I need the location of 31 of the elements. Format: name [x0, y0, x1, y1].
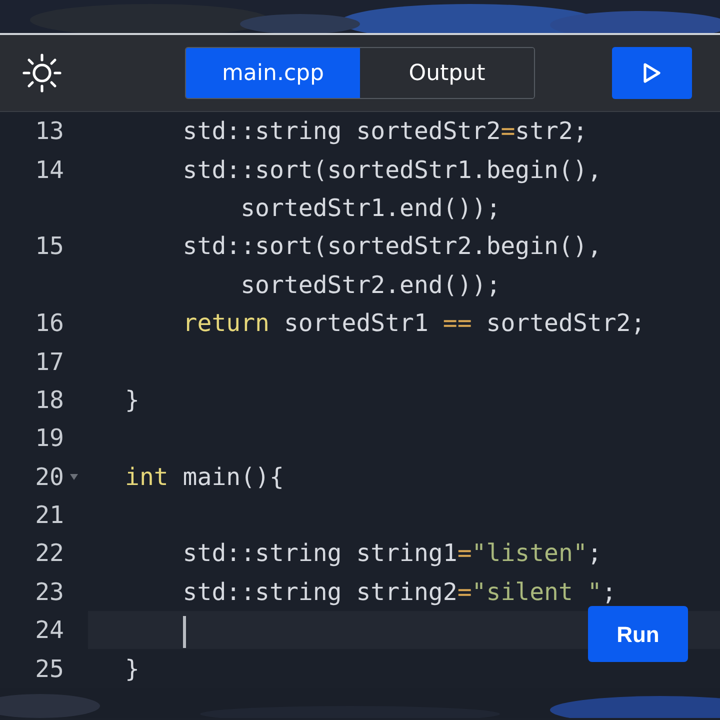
text-cursor: [183, 616, 186, 648]
code-line: sortedStr1.end());: [240, 192, 501, 224]
file-tab[interactable]: main.cpp: [186, 48, 360, 98]
line-number: 24: [34, 615, 64, 646]
code-line: std::sort(sortedStr1.begin(),: [182, 154, 602, 186]
code-line: }: [124, 384, 140, 416]
run-button[interactable]: Run: [588, 606, 688, 662]
line-number: 15: [34, 231, 64, 262]
line-number: 23: [34, 576, 64, 608]
line-number: 21: [34, 500, 64, 532]
code-line: std::string string2="silent ";: [182, 576, 616, 608]
play-icon: [642, 62, 662, 84]
fold-arrow-icon[interactable]: [70, 474, 78, 480]
line-number: 25: [34, 654, 64, 685]
line-number: 16: [34, 308, 64, 340]
line-number: 13: [34, 116, 64, 148]
code-line: std::sort(sortedStr2.begin(),: [182, 231, 602, 262]
code-line: }: [124, 654, 140, 685]
code-line: int main(){: [124, 462, 284, 493]
line-number: 20: [34, 462, 64, 493]
line-number: 17: [34, 346, 64, 378]
code-line: std::string sortedStr2=str2;: [182, 116, 588, 148]
line-number: 18: [34, 384, 64, 416]
code-line: std::string string1="listen";: [182, 538, 602, 570]
line-number: 22: [34, 538, 64, 570]
line-number: 19: [34, 423, 64, 454]
line-number: 14: [34, 154, 64, 186]
play-button[interactable]: [612, 47, 692, 99]
code-line: sortedStr2.end());: [240, 270, 501, 301]
theme-toggle-icon[interactable]: [22, 53, 62, 93]
code-line: return sortedStr1 == sortedStr2;: [182, 308, 646, 340]
